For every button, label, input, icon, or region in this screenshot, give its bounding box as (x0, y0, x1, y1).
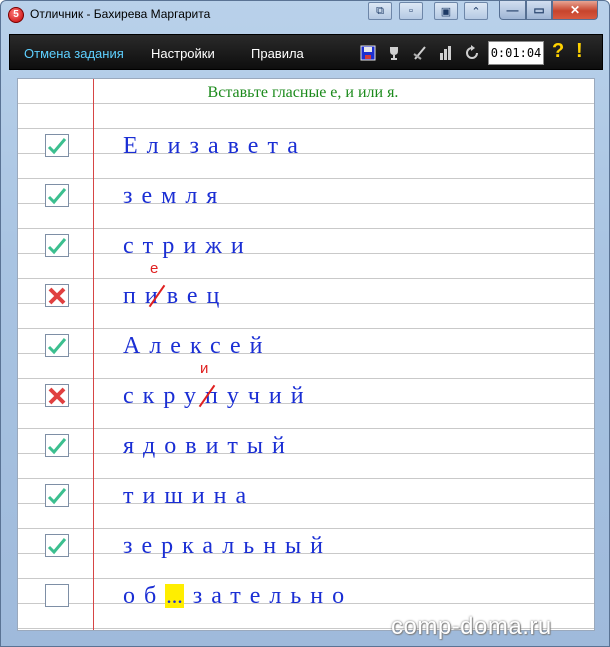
word-text: зеркальный (123, 533, 333, 559)
correction-letter: е (150, 260, 159, 277)
check-icon (47, 237, 67, 254)
restore-pane-icon[interactable]: ⧉ (368, 2, 392, 20)
watermark: comp-doma.ru (391, 613, 552, 640)
window-layout-icon[interactable]: ▣ (434, 2, 458, 20)
gap-input[interactable]: ... (165, 584, 184, 608)
result-checkbox[interactable] (45, 534, 69, 557)
check-icon (47, 487, 67, 504)
check-icon (47, 187, 67, 204)
result-checkbox[interactable] (45, 184, 69, 207)
check-icon (47, 537, 67, 554)
app-icon: 5 (8, 7, 24, 23)
result-checkbox[interactable] (45, 384, 69, 407)
word-text: земля (123, 183, 227, 209)
correction-letter: и (200, 360, 209, 377)
undo-task-link[interactable]: Отмена задания (24, 46, 124, 61)
word-row: зеркальный (18, 531, 594, 581)
app-window: 5 Отличник - Бахирева Маргарита ⧉ ▫ ▣ ⌃ … (0, 0, 610, 647)
settings-link[interactable]: Настройки (151, 46, 215, 61)
word-text: пивец (123, 283, 229, 309)
result-checkbox[interactable] (45, 584, 69, 607)
result-checkbox[interactable] (45, 234, 69, 257)
word-row: Елизавета (18, 131, 594, 181)
result-checkbox[interactable] (45, 284, 69, 307)
result-checkbox[interactable] (45, 134, 69, 157)
exercise-instruction: Вставьте гласные е, и или я. (207, 84, 399, 101)
word-text: тишина (123, 483, 256, 509)
refresh-icon[interactable] (462, 43, 482, 63)
word-suffix: зательно (192, 583, 354, 609)
word-text: скрупучий (123, 383, 313, 409)
trophy-icon[interactable] (384, 43, 404, 63)
result-checkbox[interactable] (45, 434, 69, 457)
rules-link[interactable]: Правила (251, 46, 304, 61)
result-checkbox[interactable] (45, 484, 69, 507)
tools-icon[interactable] (410, 43, 430, 63)
word-row: стрижи (18, 231, 594, 281)
help-icon[interactable]: ? (552, 40, 564, 63)
check-icon (47, 137, 67, 154)
close-button[interactable]: ✕ (552, 1, 598, 20)
minimize-tray-icon[interactable]: ▫ (399, 2, 423, 20)
word-row: Алексей (18, 331, 594, 381)
collapse-up-icon[interactable]: ⌃ (464, 2, 488, 20)
title-bar: 5 Отличник - Бахирева Маргарита ⧉ ▫ ▣ ⌃ … (1, 1, 609, 29)
minimize-button[interactable]: — (499, 1, 526, 20)
word-prefix: об (123, 583, 166, 609)
exercise-notebook: Вставьте гласные е, и или я. Елизавета з… (17, 78, 595, 631)
maximize-button[interactable]: ▭ (526, 1, 552, 20)
word-row: ядовитый (18, 431, 594, 481)
window-title: Отличник - Бахирева Маргарита (30, 7, 211, 21)
check-icon (47, 437, 67, 454)
check-icon (47, 337, 67, 354)
word-text: стрижи (123, 233, 253, 259)
cross-icon (48, 387, 66, 404)
word-text: об... зательно (123, 581, 353, 611)
word-row: тишина (18, 481, 594, 531)
statistics-chart-icon[interactable] (436, 43, 456, 63)
save-results-icon[interactable] (358, 43, 378, 63)
word-row: скрупучий и (18, 361, 594, 431)
word-row: пивец е (18, 261, 594, 331)
cross-icon (48, 287, 66, 304)
toolbar: Отмена задания Настройки Правила 0:01:04… (9, 34, 603, 70)
word-text: ядовитый (123, 433, 294, 459)
timer-display: 0:01:04 (488, 41, 544, 65)
result-checkbox[interactable] (45, 334, 69, 357)
word-text: Алексей (123, 333, 272, 359)
word-row: земля (18, 181, 594, 231)
word-text: Елизавета (123, 133, 307, 159)
exclamation-icon[interactable]: ! (576, 40, 583, 63)
